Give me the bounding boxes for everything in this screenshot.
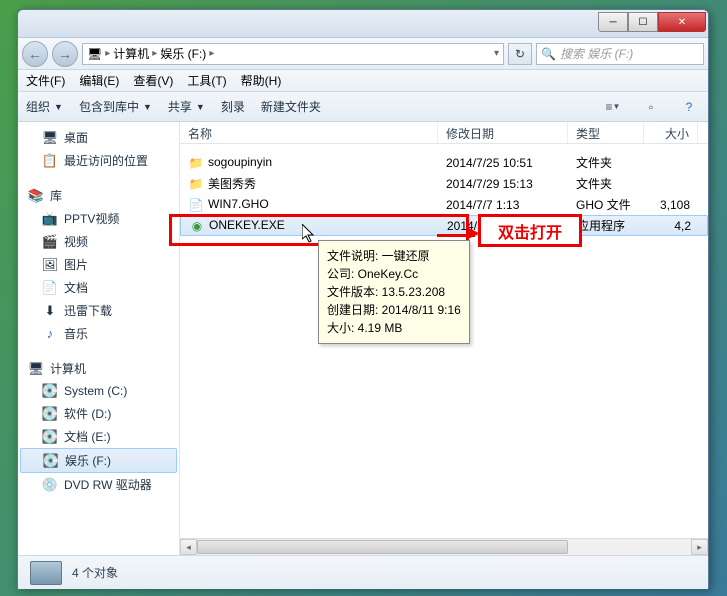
sidebar-item-drive-f[interactable]: 💽娱乐 (F:) <box>20 448 177 473</box>
sidebar-item-music[interactable]: ♪音乐 <box>18 322 179 345</box>
sidebar-item-dvdrw[interactable]: 💿DVD RW 驱动器 <box>18 473 179 496</box>
sidebar-item-pptv[interactable]: 📺PPTV视频 <box>18 207 179 230</box>
sidebar-item-documents[interactable]: 📄文档 <box>18 276 179 299</box>
address-bar[interactable]: 🖥 ▸ 计算机 ▸ 娱乐 (F:) ▸ ▾ <box>82 43 504 65</box>
sidebar: 🖥桌面 📋最近访问的位置 📚库 📺PPTV视频 🎬视频 🖼图片 📄文档 ⬇迅雷下… <box>18 122 180 555</box>
picture-icon: 🖼 <box>42 257 58 273</box>
desktop-icon: 🖥 <box>42 130 58 146</box>
folder-icon: 📁 <box>188 155 204 171</box>
nav-bar: ← → 🖥 ▸ 计算机 ▸ 娱乐 (F:) ▸ ▾ ↻ 🔍 搜索 娱乐 (F:) <box>18 38 708 70</box>
music-icon: ♪ <box>42 326 58 342</box>
column-name[interactable]: 名称 <box>180 122 438 143</box>
refresh-button[interactable]: ↻ <box>508 43 532 65</box>
document-icon: 📄 <box>42 280 58 296</box>
toolbar-new-folder[interactable]: 新建文件夹 <box>261 98 321 115</box>
preview-pane-icon[interactable]: ▫ <box>640 96 662 118</box>
folder-icon: 📁 <box>188 176 204 192</box>
sidebar-item-drive-c[interactable]: 💽System (C:) <box>18 380 179 402</box>
breadcrumb-drive-f[interactable]: 娱乐 (F:) <box>160 45 206 62</box>
library-icon: 📚 <box>28 188 44 204</box>
menu-view[interactable]: 查看(V) <box>133 72 173 89</box>
address-dropdown-icon[interactable]: ▾ <box>494 48 499 59</box>
chevron-right-icon: ▸ <box>105 48 110 59</box>
menu-bar: 文件(F) 编辑(E) 查看(V) 工具(T) 帮助(H) <box>18 70 708 92</box>
maximize-button[interactable]: ☐ <box>628 12 658 32</box>
toolbar-include-library[interactable]: 包含到库中 ▼ <box>79 98 152 115</box>
sidebar-item-pictures[interactable]: 🖼图片 <box>18 253 179 276</box>
toolbar: 组织 ▼ 包含到库中 ▼ 共享 ▼ 刻录 新建文件夹 ≡ ▼ ▫ ? <box>18 92 708 122</box>
minimize-button[interactable]: ─ <box>598 12 628 32</box>
toolbar-organize[interactable]: 组织 ▼ <box>26 98 63 115</box>
video-icon: 📺 <box>42 211 58 227</box>
close-button[interactable]: ✕ <box>658 12 706 32</box>
drive-status-icon <box>30 561 62 585</box>
search-icon: 🔍 <box>541 47 556 61</box>
file-row[interactable]: 📁美图秀秀 2014/7/29 15:13 文件夹 <box>180 173 708 194</box>
sidebar-item-computer[interactable]: 🖥计算机 <box>18 357 179 380</box>
cursor-icon <box>302 224 318 249</box>
scroll-right-button[interactable]: ▸ <box>691 539 708 555</box>
toolbar-burn[interactable]: 刻录 <box>221 98 245 115</box>
file-row-selected[interactable]: ◉ONEKEY.EXE 2014/10 应用程序 4,2 <box>180 215 708 236</box>
sidebar-item-drive-e[interactable]: 💽文档 (E:) <box>18 425 179 448</box>
column-type[interactable]: 类型 <box>568 122 644 143</box>
help-icon[interactable]: ? <box>678 96 700 118</box>
forward-button[interactable]: → <box>52 41 78 67</box>
recent-icon: 📋 <box>42 153 58 169</box>
sidebar-item-recent[interactable]: 📋最近访问的位置 <box>18 149 179 172</box>
view-options-icon[interactable]: ≡ ▼ <box>602 96 624 118</box>
menu-tools[interactable]: 工具(T) <box>187 72 226 89</box>
column-modified[interactable]: 修改日期 <box>438 122 568 143</box>
file-row[interactable]: 📁sogoupinyin 2014/7/25 10:51 文件夹 <box>180 152 708 173</box>
status-bar: 4 个对象 <box>18 555 708 589</box>
back-button[interactable]: ← <box>22 41 48 67</box>
drive-icon: 💽 <box>42 406 58 422</box>
scroll-track[interactable] <box>197 539 691 555</box>
dvd-icon: 💿 <box>42 477 58 493</box>
horizontal-scrollbar[interactable]: ◂ ▸ <box>180 538 708 555</box>
drive-icon: 💽 <box>42 383 58 399</box>
chevron-right-icon: ▸ <box>209 48 214 59</box>
drive-icon: 💽 <box>43 453 59 469</box>
file-row[interactable]: 📄WIN7.GHO 2014/7/7 1:13 GHO 文件 3,108 <box>180 194 708 215</box>
menu-help[interactable]: 帮助(H) <box>241 72 282 89</box>
computer-icon: 🖥 <box>28 361 44 377</box>
chevron-right-icon: ▸ <box>152 48 157 59</box>
sidebar-item-videos[interactable]: 🎬视频 <box>18 230 179 253</box>
sidebar-item-desktop[interactable]: 🖥桌面 <box>18 126 179 149</box>
exe-icon: ◉ <box>189 218 205 234</box>
breadcrumb-computer[interactable]: 计算机 <box>113 45 149 62</box>
sidebar-item-xunlei[interactable]: ⬇迅雷下载 <box>18 299 179 322</box>
menu-edit[interactable]: 编辑(E) <box>79 72 119 89</box>
scroll-left-button[interactable]: ◂ <box>180 539 197 555</box>
window-controls: ─ ☐ ✕ <box>598 12 706 32</box>
search-input[interactable]: 🔍 搜索 娱乐 (F:) <box>536 43 704 65</box>
column-headers: 名称 修改日期 类型 大小 <box>180 122 708 144</box>
search-placeholder: 搜索 娱乐 (F:) <box>560 45 633 62</box>
menu-file[interactable]: 文件(F) <box>26 72 65 89</box>
titlebar[interactable]: ─ ☐ ✕ <box>18 10 708 38</box>
column-size[interactable]: 大小 <box>644 122 698 143</box>
drive-icon: 💽 <box>42 429 58 445</box>
file-tooltip: 文件说明: 一键还原 公司: OneKey.Cc 文件版本: 13.5.23.2… <box>318 240 470 344</box>
file-icon: 📄 <box>188 197 204 213</box>
toolbar-share[interactable]: 共享 ▼ <box>168 98 205 115</box>
sidebar-item-libraries[interactable]: 📚库 <box>18 184 179 207</box>
scroll-thumb[interactable] <box>197 540 568 554</box>
film-icon: 🎬 <box>42 234 58 250</box>
sidebar-item-drive-d[interactable]: 💽软件 (D:) <box>18 402 179 425</box>
computer-icon: 🖥 <box>87 47 102 61</box>
download-icon: ⬇ <box>42 303 58 319</box>
status-count: 4 个对象 <box>72 564 118 581</box>
